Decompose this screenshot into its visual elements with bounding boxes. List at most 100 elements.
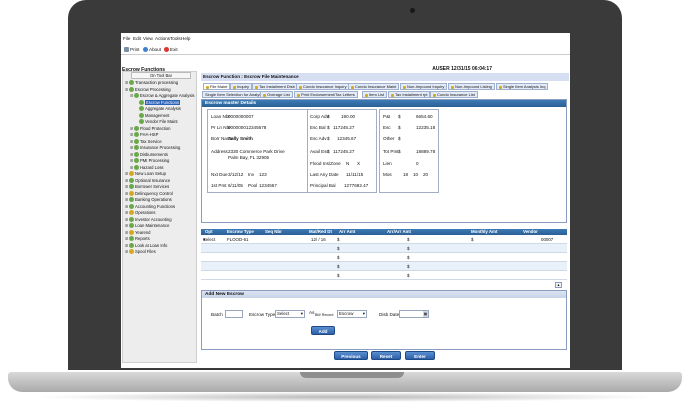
reset-button[interactable]: Reset [371, 351, 401, 360]
folder-icon [297, 94, 300, 97]
table-row[interactable]: $ $ [201, 253, 567, 262]
tab-print-endorsement[interactable]: Print Endorsement/Tax Letters [294, 91, 358, 98]
menu-help[interactable]: Help [181, 36, 190, 41]
menu-actions[interactable]: Actions [155, 36, 170, 41]
tab-non-impound-inquiry[interactable]: Non-Impound Inquiry [400, 83, 448, 90]
sidebar-item[interactable]: ⊞ Borrower Services [125, 184, 169, 189]
sidebar-item[interactable]: ⊞ Delinquency Control [125, 190, 173, 196]
tab-item-list[interactable]: Item List [362, 91, 388, 98]
node-icon [129, 249, 134, 254]
sidebar-item[interactable]: ⊞ Look at Loan Info [125, 242, 167, 248]
sidebar-item[interactable]: ⊞ Escrow Processing [125, 86, 171, 92]
menu-edit[interactable]: Edit [133, 36, 141, 41]
table-row[interactable]: Select ▾ FLOOD-61 12/ / 16 $ $ $ 00007 [201, 235, 567, 244]
sidebar-item-label: Optional Insurance [135, 177, 171, 183]
sidebar-item-label: Management [145, 112, 170, 118]
menu-view[interactable]: View [143, 36, 153, 41]
sidebar-item[interactable]: ⊞ Reports [125, 236, 150, 241]
menu-file[interactable]: File [123, 36, 130, 41]
tab-tax-installment-rpt[interactable]: Tax Installment rpt [388, 91, 431, 98]
tab-condo-insurance-maint[interactable]: Condo Insurance Maint [348, 83, 400, 90]
sidebar-item[interactable]: ⊞ PMI Processing [130, 158, 169, 163]
sidebar-item[interactable]: ⊞ Disbursements [130, 151, 168, 157]
sidebar-item[interactable]: ⊞ Investor Accounting [125, 216, 172, 222]
mos-label: Mos [383, 172, 392, 177]
node-icon [134, 145, 139, 150]
sidebar-item[interactable]: ⊞ Hazard Loss [130, 164, 164, 170]
sidebar-item[interactable]: ⊞ Loan Maintenance [125, 223, 169, 228]
sidebar-item[interactable]: ⊞ Operations [125, 210, 155, 215]
collapse-icon[interactable]: ▴ [555, 282, 562, 288]
esc-bal-value: 117245.27 [333, 125, 355, 130]
tab-non-impound-listing[interactable]: Non-Impound Listing [448, 83, 495, 90]
camera-icon [410, 8, 415, 13]
menu-tools[interactable]: Tools [170, 36, 181, 41]
sidebar-item[interactable]: ⊞ Insurance Processing [130, 145, 180, 150]
other-label: Other [383, 136, 395, 141]
node-icon [134, 164, 139, 170]
folder-icon [255, 86, 258, 89]
address-line1: 2330 Commerce Park Drive [228, 149, 285, 154]
node-icon [129, 86, 134, 92]
sidebar-item[interactable]: ⊞ Flood Protection [130, 125, 171, 131]
table-row[interactable]: $ $ [201, 262, 567, 271]
sidebar-item-label: Escrow Processing [135, 86, 171, 92]
table-row[interactable]: $ $ [201, 244, 567, 253]
node-icon [129, 80, 134, 85]
previous-button[interactable]: Previous [334, 351, 368, 360]
exit-button[interactable]: Exit [164, 47, 178, 52]
tab-file-maint[interactable]: File Maint [203, 83, 231, 90]
batch-input[interactable] [225, 310, 243, 318]
avail-esc-value: 117245.27 [333, 149, 355, 154]
sidebar-item-label: Investor Accounting [135, 216, 172, 222]
tab-overage-list[interactable]: Overage List [260, 91, 293, 98]
tab-single-item-selection[interactable]: Single Item Selection for Analysis [202, 91, 268, 98]
sidebar-item[interactable]: Vendor File Maint [135, 119, 178, 124]
sidebar-item[interactable]: Aggregate Analysis [135, 106, 181, 111]
sidebar-item[interactable]: ⊞ Escrow & Aggregate Analysis [130, 93, 194, 98]
about-button[interactable]: About [143, 47, 161, 52]
dollar-sign: $ [407, 237, 410, 242]
sidebar-item[interactable]: ⊞ Transaction processing [125, 80, 178, 85]
sidebar-item[interactable]: ⊞ Optional Insurance [125, 177, 171, 183]
folder-icon [391, 94, 394, 97]
node-icon [129, 242, 134, 248]
as-select[interactable]: Escrow ▾ [337, 310, 367, 318]
sidebar-item[interactable]: Management [135, 112, 170, 118]
esc-adv-value: 12345.67 [337, 136, 357, 141]
sidebar-item[interactable]: Escrow Functions [135, 99, 181, 105]
user-datetime: AUSER 12/31/15 06:04:17 [432, 66, 492, 72]
sidebar-item[interactable]: ⊞ Spool Files [125, 249, 156, 254]
opt-select[interactable]: Select ▾ [203, 235, 215, 244]
node-icon [129, 223, 134, 228]
print-button[interactable]: Print [124, 47, 139, 52]
pool-label: Pool [248, 183, 258, 188]
node-icon [129, 197, 134, 202]
folder-icon [206, 86, 209, 89]
tab-tax-installment-disb[interactable]: Tax Installment Disb [252, 83, 298, 90]
sidebar-item[interactable]: ⊞ Yearend [125, 229, 150, 235]
mos-a-value: 18 [403, 172, 409, 177]
sidebar-item[interactable]: ⊞ Accounting Functions [125, 203, 175, 209]
node-icon [134, 138, 139, 144]
tab-condo-insurance-list[interactable]: Condo Insurance List [430, 91, 478, 98]
sidebar-item[interactable]: ⊞ Banking Operations [125, 197, 172, 202]
sidebar-item[interactable]: ⊞ Tax Service [130, 138, 162, 144]
tab-inquiry[interactable]: Inquiry [230, 83, 253, 90]
disb-date-input[interactable]: ▦ [399, 310, 429, 318]
node-icon [134, 93, 139, 98]
table-row[interactable]: $ $ [201, 271, 567, 280]
laptop-shadow [30, 392, 660, 402]
sidebar-item[interactable]: ⊞ FHA-HSP [130, 132, 158, 137]
flood-zone-value: X [357, 161, 361, 166]
sidebar-item[interactable]: ⊞ New Loan Setup [125, 171, 166, 176]
on-toolbar-button[interactable]: On Tool Bar [131, 72, 191, 79]
add-button[interactable]: Add [311, 326, 335, 335]
dollar-sign: $ [327, 114, 330, 119]
calendar-icon[interactable]: ▦ [423, 311, 428, 317]
escrow-type-select[interactable]: Select ▾ [275, 310, 305, 318]
tab-single-item-analysis-inq[interactable]: Single Item Analysis Inq [496, 83, 549, 90]
tab-condo-insurance-inquiry[interactable]: Condo Insurance Inquiry [296, 83, 350, 90]
laptop-notch [300, 372, 404, 378]
enter-button[interactable]: Enter [405, 351, 435, 360]
